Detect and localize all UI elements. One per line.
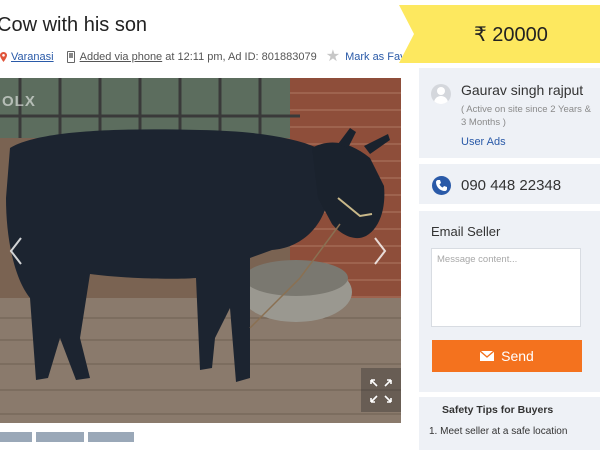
listing-title: Cow with his son	[0, 14, 148, 36]
safety-tips-title: Safety Tips for Buyers	[442, 404, 554, 416]
chevron-right-icon[interactable]	[372, 236, 388, 266]
phone-icon	[432, 176, 451, 195]
email-seller-title: Email Seller	[431, 224, 501, 239]
chevron-left-icon[interactable]	[8, 236, 24, 266]
star-icon[interactable]: ★	[326, 49, 340, 65]
avatar-icon	[431, 84, 451, 104]
phone-number[interactable]: 090 448 22348	[461, 177, 561, 194]
expand-icon[interactable]	[361, 368, 401, 412]
thumbnail[interactable]	[88, 432, 134, 442]
thumbnail-strip	[0, 432, 134, 442]
watermark: OLX	[2, 93, 36, 110]
thumbnail[interactable]	[0, 432, 32, 442]
seller-active-since: ( Active on site since 2 Years & 3 Month…	[461, 104, 591, 128]
user-ads-link[interactable]: User Ads	[461, 136, 506, 148]
added-via-link[interactable]: Added via phone	[80, 51, 163, 63]
ad-info: at 12:11 pm, Ad ID: 801883079	[165, 51, 317, 63]
listing-photo[interactable]	[0, 78, 401, 423]
thumbnail[interactable]	[36, 432, 84, 442]
price: ₹ 20000	[474, 24, 548, 46]
message-input[interactable]	[431, 248, 581, 327]
envelope-icon	[480, 351, 495, 361]
location-link[interactable]: Varanasi	[11, 51, 54, 63]
safety-tip-item: 1. Meet seller at a safe location	[429, 426, 568, 437]
seller-name[interactable]: Gaurav singh rajput	[461, 82, 583, 98]
send-label: Send	[501, 348, 534, 364]
phone-device-icon	[66, 51, 75, 63]
send-button[interactable]: Send	[432, 340, 582, 372]
location-pin-icon	[0, 52, 7, 62]
listing-meta: Varanasi Added via phone at 12:11 pm, Ad…	[0, 49, 427, 65]
